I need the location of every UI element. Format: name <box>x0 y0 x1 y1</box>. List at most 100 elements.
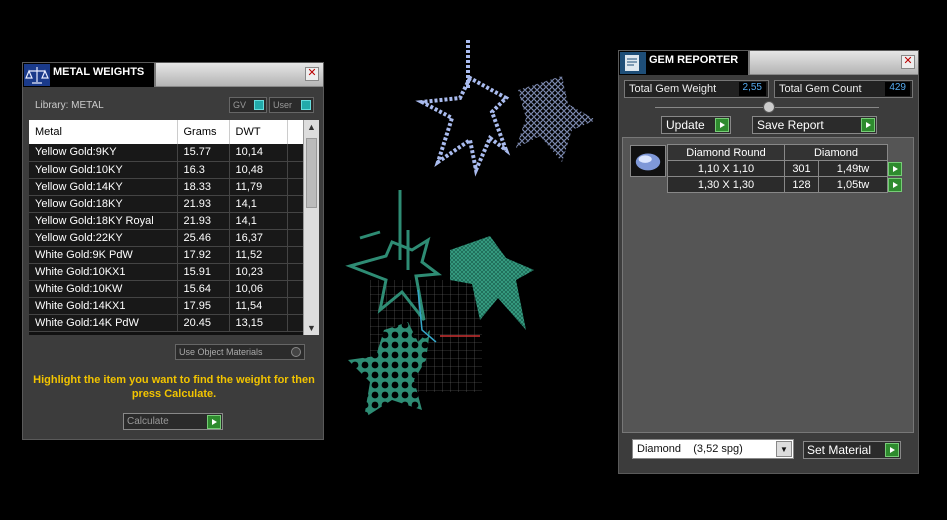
gem-material-header: Diamond <box>784 144 888 161</box>
gem-shape-header: Diamond Round <box>667 144 785 161</box>
total-gem-count-value: 429 <box>885 82 910 96</box>
calculate-label: Calculate <box>127 416 169 427</box>
grams-cell: 17.95 <box>177 297 230 315</box>
use-object-materials-label: Use Object Materials <box>179 347 263 357</box>
dwt-cell: 11,52 <box>229 246 288 264</box>
table-row[interactable]: White Gold:14K PdW 20.45 13,15 <box>29 314 304 332</box>
metal-table-header: Metal Grams DWT <box>29 120 304 144</box>
round-diamond-icon <box>630 145 666 177</box>
gem-count-cell: 301 <box>784 160 819 177</box>
select-row-cell <box>887 176 903 193</box>
extra-cell <box>287 212 304 230</box>
report-icon <box>620 52 646 74</box>
gem-pendant-model[interactable] <box>415 40 596 177</box>
dwt-cell: 10,14 <box>229 144 288 162</box>
table-row[interactable]: Yellow Gold:14KY 18.33 11,79 <box>29 178 304 196</box>
metal-list[interactable]: Metal Grams DWT Yellow Gold:9KY 15.77 10,1… <box>29 120 319 335</box>
table-row[interactable]: Yellow Gold:22KY 25.46 16,37 <box>29 229 304 247</box>
calculate-button[interactable]: Calculate <box>123 413 223 430</box>
table-row[interactable]: Yellow Gold:10KY 16.3 10,48 <box>29 161 304 179</box>
extra-cell <box>287 246 304 264</box>
scroll-down-icon[interactable]: ▼ <box>307 323 316 333</box>
close-icon: ✕ <box>903 55 913 67</box>
library-label: Library: METAL <box>35 100 104 111</box>
metal-name-cell: White Gold:9K PdW <box>29 246 178 264</box>
column-header-grams[interactable]: Grams <box>177 120 230 144</box>
scale-icon <box>24 64 50 86</box>
gv-toggle-label: GV <box>233 100 247 110</box>
table-row[interactable]: Yellow Gold:9KY 15.77 10,14 <box>29 144 304 162</box>
user-toggle-knob <box>301 100 311 110</box>
scroll-up-icon[interactable]: ▲ <box>307 122 316 132</box>
instruction-text: Highlight the item you want to find the … <box>33 374 315 400</box>
extra-cell <box>287 144 304 162</box>
gem-size-cell: 1,10 X 1,10 <box>667 160 785 177</box>
gem-reporter-titlebar[interactable]: GEM REPORTER ✕ <box>619 51 918 75</box>
dwt-cell: 13,15 <box>229 314 288 332</box>
dwt-cell: 11,54 <box>229 297 288 315</box>
metal-name-cell: White Gold:14KX1 <box>29 297 178 315</box>
table-row[interactable]: White Gold:10KW 15.64 10,06 <box>29 280 304 298</box>
metal-name-cell: White Gold:10KX1 <box>29 263 178 281</box>
extra-cell <box>287 161 304 179</box>
dwt-cell: 14,1 <box>229 195 288 213</box>
table-row[interactable]: White Gold:14KX1 17.95 11,54 <box>29 297 304 315</box>
metal-name-cell: White Gold:10KW <box>29 280 178 298</box>
metal-name-cell: Yellow Gold:14KY <box>29 178 178 196</box>
extra-cell <box>287 297 304 315</box>
play-arrow-icon <box>861 118 875 132</box>
3d-viewport[interactable] <box>330 30 610 430</box>
gem-table: Diamond Round Diamond 1,10 X 1,10 301 1,… <box>667 144 903 193</box>
column-header-extra <box>287 120 304 144</box>
material-selected-value: Diamond (3,52 spg) <box>637 443 743 455</box>
metal-table: Metal Grams DWT Yellow Gold:9KY 15.77 10,1… <box>29 120 304 332</box>
gem-weight-cell: 1,49tw <box>818 160 888 177</box>
user-toggle[interactable]: User <box>269 97 314 113</box>
total-gem-weight-value: 2,55 <box>738 82 766 96</box>
use-object-materials-option[interactable]: Use Object Materials <box>175 344 305 360</box>
update-button[interactable]: Update <box>661 116 731 134</box>
grams-cell: 16.3 <box>177 161 230 179</box>
save-report-label: Save Report <box>757 118 824 132</box>
mesh-pendant-model[interactable] <box>345 190 534 418</box>
grams-cell: 15.91 <box>177 263 230 281</box>
scrollbar-thumb[interactable] <box>306 138 317 208</box>
grams-cell: 15.64 <box>177 280 230 298</box>
table-row[interactable]: 1,30 X 1,30 128 1,05tw <box>667 176 903 193</box>
grams-cell: 15.77 <box>177 144 230 162</box>
chevron-down-icon[interactable]: ▼ <box>776 441 792 457</box>
grams-cell: 18.33 <box>177 178 230 196</box>
table-row[interactable]: White Gold:10KX1 15.91 10,23 <box>29 263 304 281</box>
save-report-button[interactable]: Save Report <box>752 116 877 134</box>
metal-list-scrollbar[interactable]: ▲ ▼ <box>303 120 319 335</box>
column-header-metal[interactable]: Metal <box>29 120 178 144</box>
gv-toggle[interactable]: GV <box>229 97 267 113</box>
table-row[interactable]: 1,10 X 1,10 301 1,49tw <box>667 160 903 177</box>
metal-name-cell: Yellow Gold:18KY Royal <box>29 212 178 230</box>
splitter-handle[interactable] <box>763 101 775 113</box>
total-gem-count-label: Total Gem Count <box>779 83 862 95</box>
grams-cell: 21.93 <box>177 195 230 213</box>
table-row[interactable]: Yellow Gold:18KY Royal 21.93 14,1 <box>29 212 304 230</box>
table-row[interactable]: White Gold:9K PdW 17.92 11,52 <box>29 246 304 264</box>
metal-name-cell: Yellow Gold:9KY <box>29 144 178 162</box>
metal-close-button[interactable]: ✕ <box>305 67 319 81</box>
play-arrow-icon <box>885 443 899 457</box>
play-arrow-icon[interactable] <box>888 161 902 176</box>
gem-count-cell: 128 <box>784 176 819 193</box>
dwt-cell: 10,48 <box>229 161 288 179</box>
radio-icon[interactable] <box>291 347 301 357</box>
play-arrow-icon[interactable] <box>888 177 903 192</box>
metal-weights-titlebar[interactable]: METAL WEIGHTS ✕ <box>23 63 323 87</box>
dwt-cell: 10,06 <box>229 280 288 298</box>
grams-cell: 20.45 <box>177 314 230 332</box>
gem-close-button[interactable]: ✕ <box>901 55 915 69</box>
metal-name-cell: White Gold:14K PdW <box>29 314 178 332</box>
dwt-cell: 14,1 <box>229 212 288 230</box>
table-row[interactable]: Yellow Gold:18KY 21.93 14,1 <box>29 195 304 213</box>
column-header-dwt[interactable]: DWT <box>229 120 288 144</box>
material-dropdown[interactable]: Diamond (3,52 spg) ▼ <box>632 439 794 459</box>
set-material-label: Set Material <box>807 443 872 457</box>
total-gem-count: Total Gem Count 429 <box>774 80 913 98</box>
set-material-button[interactable]: Set Material <box>803 441 901 459</box>
